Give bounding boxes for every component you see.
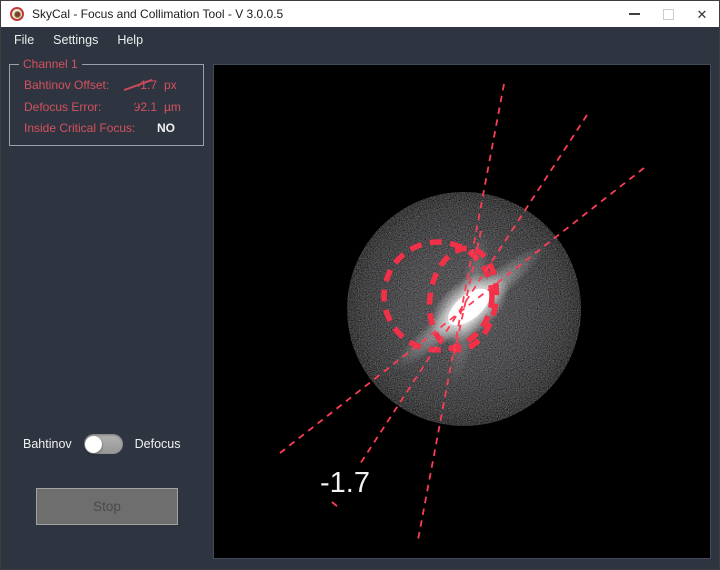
- bahtinov-offset-unit: px: [164, 78, 177, 92]
- bahtinov-offset-value: -1.7: [122, 78, 157, 92]
- window-title: SkyCal - Focus and Collimation Tool - V …: [32, 7, 283, 21]
- defocus-error-unit: µm: [164, 100, 181, 114]
- menu-settings[interactable]: Settings: [53, 33, 98, 47]
- star-image-view: -1.7: [214, 65, 710, 558]
- stop-button[interactable]: Stop: [36, 488, 178, 525]
- window-controls: ✕: [617, 1, 719, 27]
- close-icon: ✕: [697, 8, 708, 21]
- menu-help[interactable]: Help: [117, 33, 143, 47]
- diffraction-spike-line: [332, 502, 338, 507]
- toggle-left-label: Bahtinov: [23, 437, 72, 451]
- toggle-right-label: Defocus: [135, 437, 181, 451]
- menu-file[interactable]: File: [14, 33, 34, 47]
- minimize-icon: [629, 13, 640, 15]
- bahtinov-offset-row: Bahtinov Offset: -1.7 px: [10, 75, 203, 97]
- defocus-error-value: 92.1: [122, 100, 157, 114]
- titlebar: SkyCal - Focus and Collimation Tool - V …: [1, 1, 719, 27]
- menubar: File Settings Help: [1, 27, 719, 52]
- minimize-button[interactable]: [617, 1, 651, 27]
- close-button[interactable]: ✕: [685, 1, 719, 27]
- critical-focus-value: NO: [157, 121, 175, 135]
- maximize-button[interactable]: [651, 1, 685, 27]
- mode-toggle-row: Bahtinov Defocus: [23, 434, 181, 454]
- app-window: SkyCal - Focus and Collimation Tool - V …: [0, 0, 720, 570]
- channel-panel: Channel 1 Bahtinov Offset: -1.7 px Defoc…: [9, 57, 204, 146]
- critical-focus-label: Inside Critical Focus:: [24, 121, 135, 135]
- defocus-error-row: Defocus Error: 92.1 µm: [10, 97, 203, 119]
- app-target-icon: [10, 7, 24, 21]
- defocus-error-label: Defocus Error:: [24, 100, 101, 114]
- maximize-icon: [663, 9, 674, 20]
- bahtinov-offset-label: Bahtinov Offset:: [24, 78, 109, 92]
- channel-title: Channel 1: [19, 57, 82, 71]
- critical-focus-row: Inside Critical Focus: NO: [10, 118, 203, 140]
- toggle-knob: [85, 436, 102, 453]
- offset-annotation: -1.7: [320, 467, 370, 499]
- mode-toggle-switch[interactable]: [84, 434, 123, 454]
